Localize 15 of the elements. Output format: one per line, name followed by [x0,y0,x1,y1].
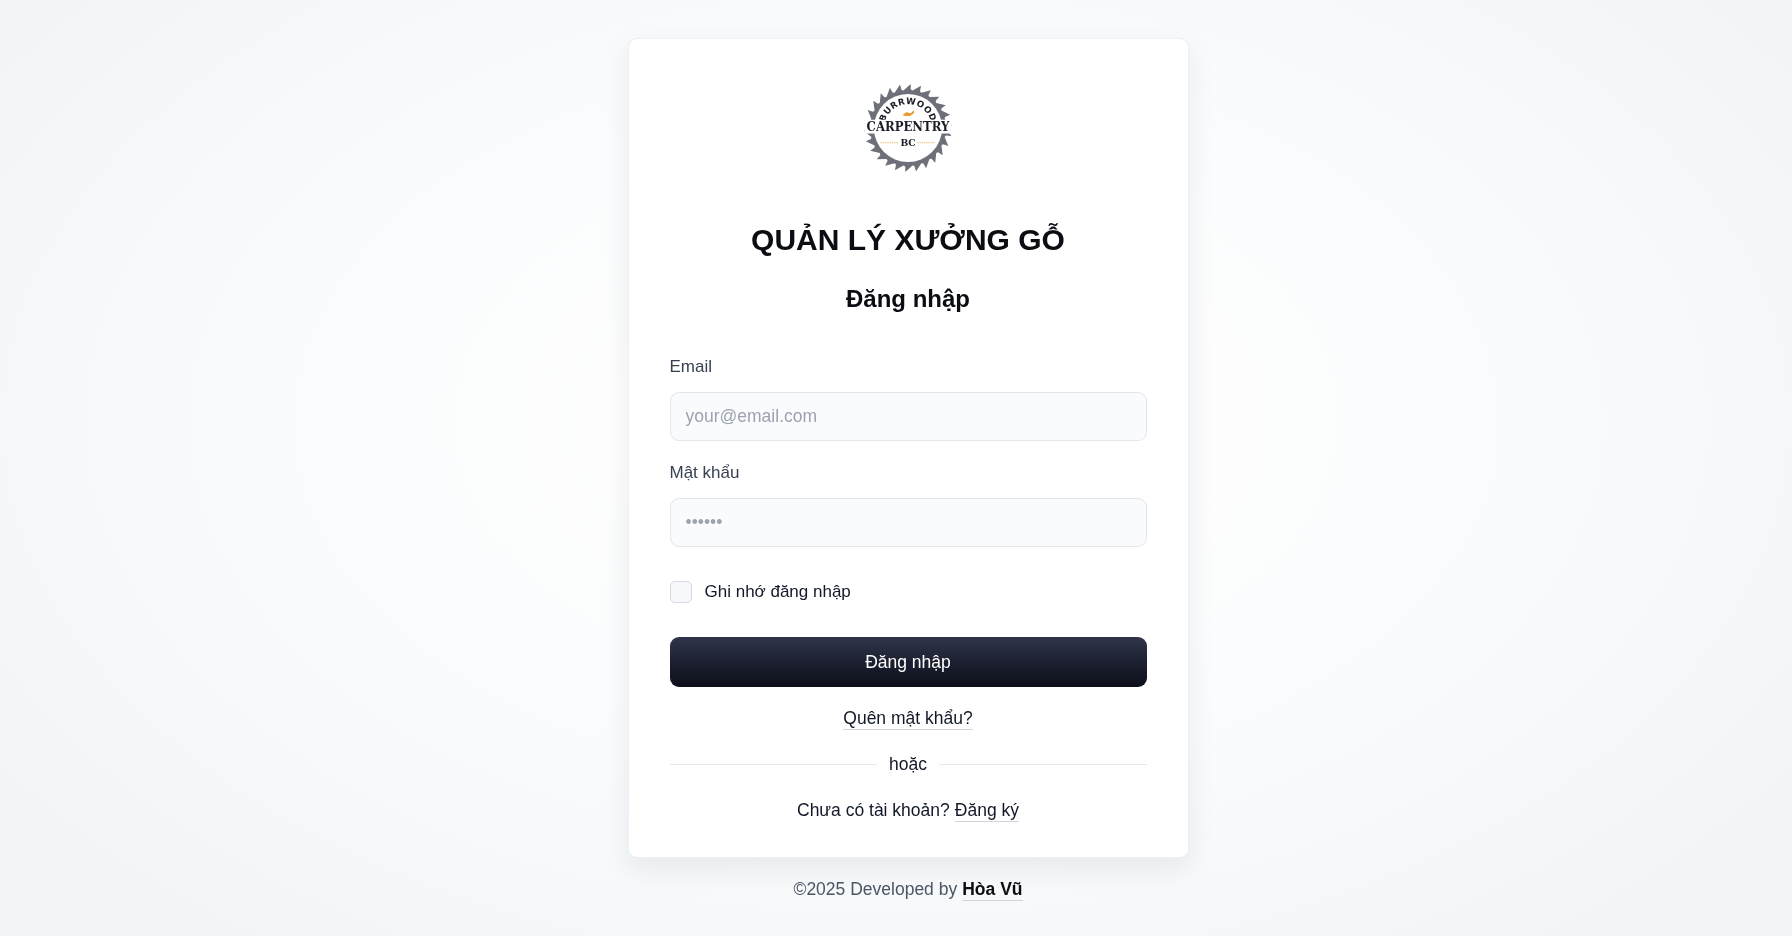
password-field[interactable]: •••••• [669,498,1147,547]
form-title: Đăng nhập [846,284,970,314]
author-link[interactable]: Hòa Vũ [962,878,1023,901]
remember-checkbox[interactable] [669,581,692,603]
login-button[interactable]: Đăng nhập [669,637,1147,687]
email-field[interactable]: your@email.com [669,392,1147,441]
app-title: QUẢN LÝ XƯỞNG GỖ [751,223,1065,257]
checkbox-label: Ghi nhớ đăng nhập [704,581,851,603]
forgot-password-link[interactable]: Quên mật khẩu? [843,708,973,730]
field-label: Mật khẩu [669,462,741,484]
signup-prompt: Chưa có tài khoản? [797,799,950,822]
field-label: Email [669,356,713,378]
footer-text: ©2025 Developed by [793,878,958,901]
signup-link[interactable]: Đăng ký [954,799,1019,822]
divider-text: hoặc [889,753,927,775]
